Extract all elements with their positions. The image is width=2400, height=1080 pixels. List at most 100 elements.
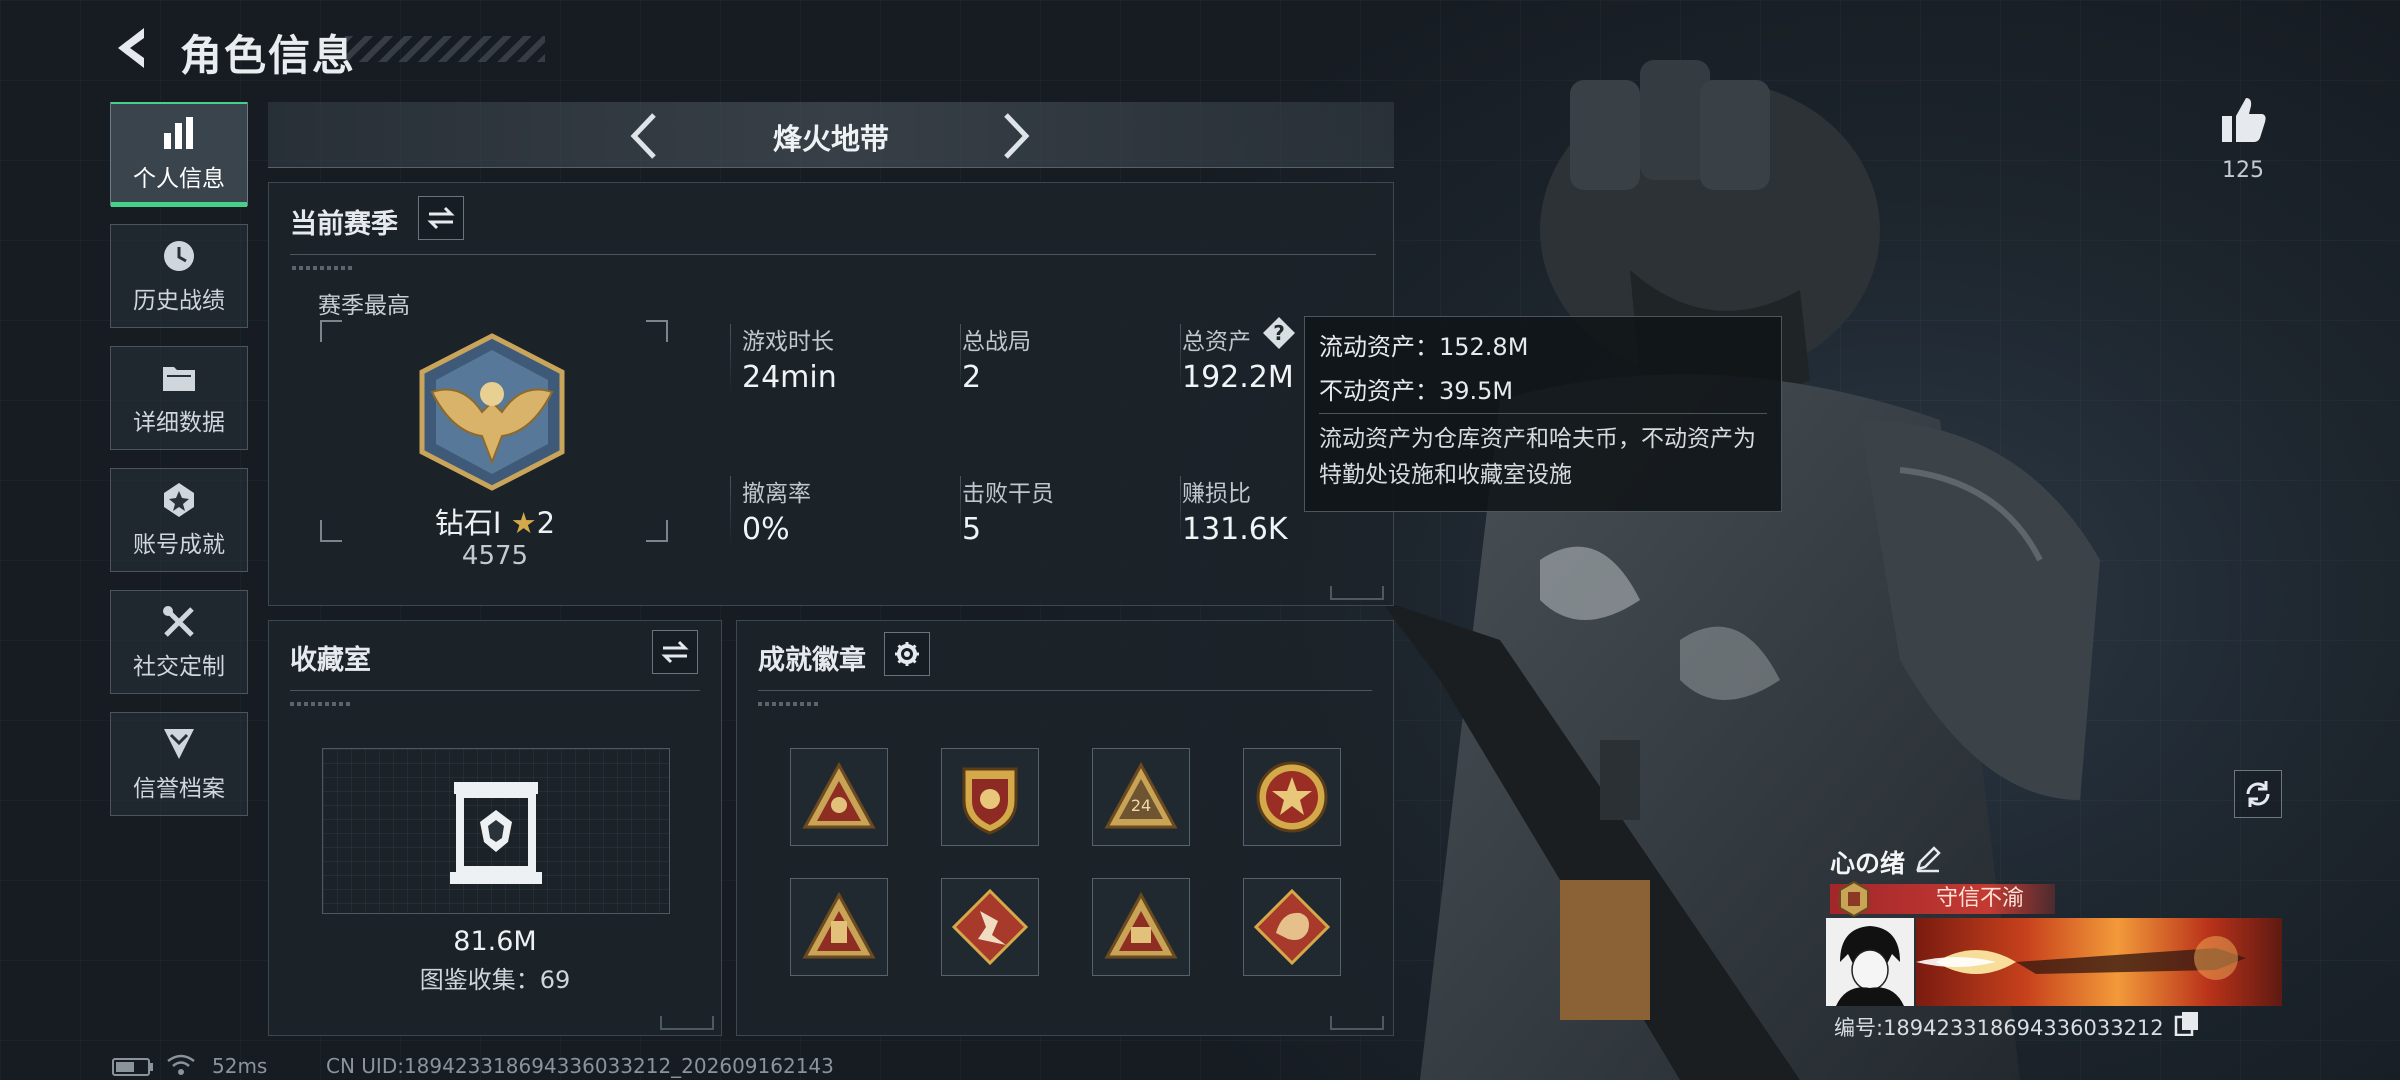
stat-playtime-label: 游戏时长 [742,329,834,355]
like-count: 125 [2222,158,2264,183]
stat-extract-rate-label: 撤离率 [742,481,811,507]
rank-tier: 钻石Ⅰ [434,506,502,540]
history-clock-icon [164,241,194,271]
badges-settings-button[interactable] [884,632,930,676]
page-title: 角色信息 [180,31,357,80]
edit-pencil-icon[interactable] [1914,845,1942,873]
decor-corner [1330,1016,1384,1030]
stat-profit-ratio-value: 131.6K [1182,512,1288,547]
season-switch-button[interactable] [418,196,464,240]
ping-text: 52ms [212,1054,268,1078]
shield-star-badge[interactable] [941,748,1039,846]
star-medal-badge[interactable] [1243,748,1341,846]
gear-icon [895,642,919,666]
season-title: 当前赛季 [290,209,398,240]
badges-title: 成就徽章 [758,645,866,676]
rank-emblem-icon [419,333,565,491]
tools-icon [163,606,194,637]
mode-selector: 烽火地带 [268,102,1394,168]
tooltip-description: 流动资产为仓库资产和哈夫币，不动资产为特勤处设施和收藏室设施 [1319,426,1756,488]
vault-icon [450,782,542,884]
stat-profit-ratio-label: 赚损比 [1182,481,1251,507]
tooltip-fixed: 不动资产：39.5M [1319,377,1514,405]
chevron-right-icon[interactable] [1000,111,1034,161]
back-arrow-icon[interactable] [110,24,154,72]
weapon-fire-art [1916,936,2246,980]
triangle-box-badge[interactable] [1092,878,1190,976]
avatar[interactable] [1826,918,1914,1006]
diamond-dragon-badge[interactable] [1243,878,1341,976]
stat-kills-value: 5 [962,512,982,547]
swap-icon [661,640,689,664]
sidebar-item-label: 信誉档案 [133,776,225,802]
collection-switch-button[interactable] [652,630,698,674]
stat-divider [730,324,731,394]
tooltip-liquid: 流动资产：152.8M [1319,333,1529,361]
divider [758,690,1372,691]
triangle-lantern-badge[interactable] [790,878,888,976]
svg-text:?: ? [1273,321,1285,345]
uid-text: CN UID:18942331869433603321​2_2026091621… [326,1054,834,1078]
shield-chevron-icon [164,729,194,759]
triangle-eye-badge[interactable] [790,748,888,846]
name-card-banner[interactable] [1916,918,2282,1006]
svg-text:24: 24 [1131,796,1151,815]
vault-value: 81.6M [453,926,537,957]
title-decoration [345,36,545,62]
player-name: 心の绪 [1830,849,1906,878]
help-icon[interactable]: ? [1262,316,1296,350]
star-icon: ★ [510,506,537,540]
stat-extract-rate-value: 0% [742,512,790,547]
title-emblem-icon [1839,880,1869,918]
stat-divider [960,324,961,394]
battery-icon [112,1058,153,1076]
stat-divider [730,476,731,546]
sidebar-item-achievements[interactable]: 账号成就 [110,468,248,572]
rotate-model-button[interactable] [2234,770,2282,818]
sidebar-item-label: 社交定制 [133,654,225,680]
rotate-icon [2246,781,2270,807]
sidebar-item-detailed-data[interactable]: 详细数据 [110,346,248,450]
sidebar-item-label: 账号成就 [133,532,225,558]
mode-title: 烽火地带 [772,122,889,156]
bar-chart-icon [164,117,193,149]
player-id: 编号:18942331869433603321​2 [1834,1016,2164,1040]
decor-corner [1330,586,1384,600]
triangle-24-badge[interactable]: 24 [1092,748,1190,846]
stat-divider [1180,476,1181,546]
wifi-icon [167,1054,195,1075]
achievement-icon [164,483,194,517]
diamond-runner-badge[interactable] [941,878,1039,976]
sidebar-item-social[interactable]: 社交定制 [110,590,248,694]
stat-playtime-value: 24min [742,360,837,395]
stat-matches-value: 2 [962,360,982,395]
stat-assets-label: 总资产 [1182,329,1251,355]
copy-icon[interactable] [2174,1010,2200,1036]
tooltip-divider [1319,413,1767,414]
decor-ticks [758,702,818,706]
rank-score: 4575 [461,541,529,571]
divider [290,690,700,691]
stat-divider [960,476,961,546]
sidebar-item-personal-info[interactable]: 个人信息 [110,102,248,207]
decor-ticks [290,702,350,706]
sidebar-item-label: 详细数据 [133,410,225,436]
thumbs-up-icon[interactable] [2218,96,2268,144]
avatar-image [1826,918,1914,1006]
stat-assets-value: 192.2M [1182,360,1294,395]
divider [290,254,1376,255]
stat-matches-label: 总战局 [962,329,1031,355]
stat-divider [1180,324,1181,394]
title-tag: 守信不渝 [1936,886,2025,911]
sidebar-item-label: 个人信息 [133,166,225,192]
decor-corner [660,1016,714,1030]
swap-icon [427,206,455,230]
sidebar-item-history[interactable]: 历史战绩 [110,224,248,328]
sidebar: 个人信息 历史战绩 详细数据 账号成就 社交定制 信誉档案 [110,102,250,834]
vault-collection-count: 图鉴收集：69 [419,966,571,994]
assets-tooltip: 流动资产：152.8M 不动资产：39.5M 流动资产为仓库资产和哈夫币，不动资… [1304,316,1782,512]
sidebar-item-reputation[interactable]: 信誉档案 [110,712,248,816]
stat-kills-label: 击败干员 [962,481,1054,507]
collection-title: 收藏室 [290,645,371,676]
sidebar-item-label: 历史战绩 [133,288,225,314]
